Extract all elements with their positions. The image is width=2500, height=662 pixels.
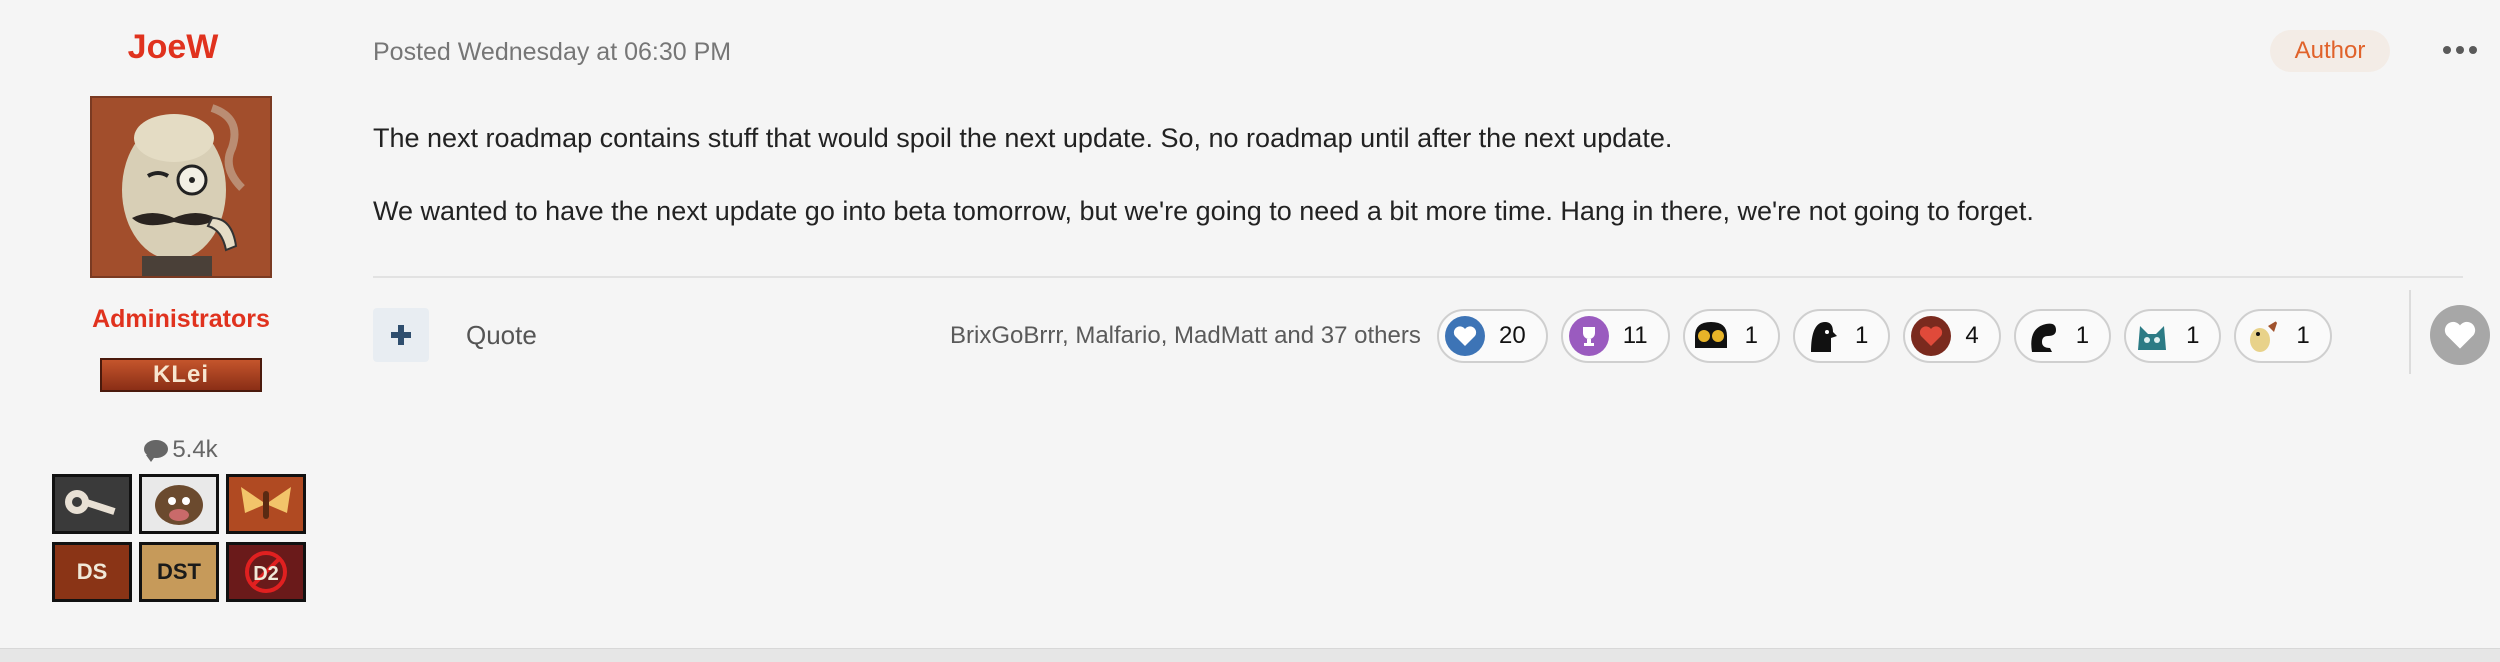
red-heart-icon: [1911, 316, 1952, 356]
forum-post: JoeW Administrators KLei 5.4k DS DST D2 …: [0, 0, 2500, 648]
post-separator: [0, 648, 2500, 662]
reaction-shadow-hood[interactable]: 1: [1792, 309, 1891, 363]
goggles-icon: [1691, 316, 1731, 356]
reaction-trophy[interactable]: 11: [1560, 309, 1670, 363]
reaction-red-heart[interactable]: 4: [1903, 309, 2001, 363]
reaction-count: 20: [1499, 322, 1526, 349]
bone-key-icon[interactable]: [52, 474, 132, 534]
reaction-count: 1: [1854, 322, 1869, 349]
shadow-hood-icon: [1801, 316, 1841, 356]
divider: [373, 276, 2463, 278]
tentacle-icon: [2022, 316, 2062, 356]
reaction-count: 1: [2296, 322, 2310, 349]
post-count: 5.4k: [0, 436, 362, 464]
react-button[interactable]: [2430, 305, 2490, 365]
post-paragraph: We wanted to have the next update go int…: [373, 196, 2034, 226]
reaction-bird[interactable]: 1: [2234, 309, 2332, 363]
reaction-count: 11: [1622, 322, 1648, 349]
reaction-tentacle[interactable]: 1: [2013, 309, 2112, 363]
post-count-value: 5.4k: [172, 436, 218, 463]
heart-icon: [1445, 316, 1485, 356]
author-name[interactable]: JoeW: [0, 28, 346, 67]
reaction-count: 1: [2075, 322, 2090, 349]
quote-button[interactable]: Quote: [466, 320, 537, 351]
ds-logo-icon[interactable]: DS: [52, 542, 132, 602]
cat-icon: [2132, 316, 2172, 356]
reaction-count: 4: [1965, 322, 1979, 349]
reactions-list: 20 11 1 1 4 1 1 1: [1437, 309, 2332, 363]
trophy-icon: [1568, 316, 1609, 356]
group-badge: KLei: [100, 358, 262, 392]
heart-icon: [2444, 321, 2476, 349]
post-body: The next roadmap contains stuff that wou…: [373, 120, 2453, 266]
dst-logo-icon[interactable]: DST: [139, 542, 219, 602]
achievement-badges: DS DST D2: [52, 474, 310, 602]
bird-icon: [2242, 316, 2282, 356]
more-options-icon[interactable]: [2440, 38, 2480, 62]
moth-icon[interactable]: [226, 474, 306, 534]
author-panel: JoeW Administrators KLei 5.4k DS DST D2: [0, 0, 360, 648]
post-timestamp[interactable]: Posted Wednesday at 06:30 PM: [373, 38, 731, 67]
reaction-count: 1: [2186, 322, 2200, 349]
reaction-heart[interactable]: 20: [1437, 309, 1548, 363]
plus-icon: [391, 325, 411, 345]
reacted-by-list[interactable]: BrixGoBrrr, Malfario, MadMatt and 37 oth…: [950, 322, 1421, 350]
svg-text:D2: D2: [253, 563, 279, 585]
reaction-goggles[interactable]: 1: [1682, 309, 1780, 363]
author-tag-badge: Author: [2270, 30, 2390, 72]
post-paragraph: The next roadmap contains stuff that wou…: [373, 123, 1673, 153]
beefalo-icon[interactable]: [139, 474, 219, 534]
divider: [2409, 290, 2411, 374]
reaction-cat[interactable]: 1: [2124, 309, 2222, 363]
comment-icon: [144, 440, 169, 462]
d2-logo-icon[interactable]: D2: [226, 542, 306, 602]
author-avatar[interactable]: [90, 96, 272, 278]
reaction-count: 1: [1744, 322, 1758, 349]
multiquote-button[interactable]: [373, 308, 429, 362]
author-role: Administrators: [92, 305, 270, 333]
